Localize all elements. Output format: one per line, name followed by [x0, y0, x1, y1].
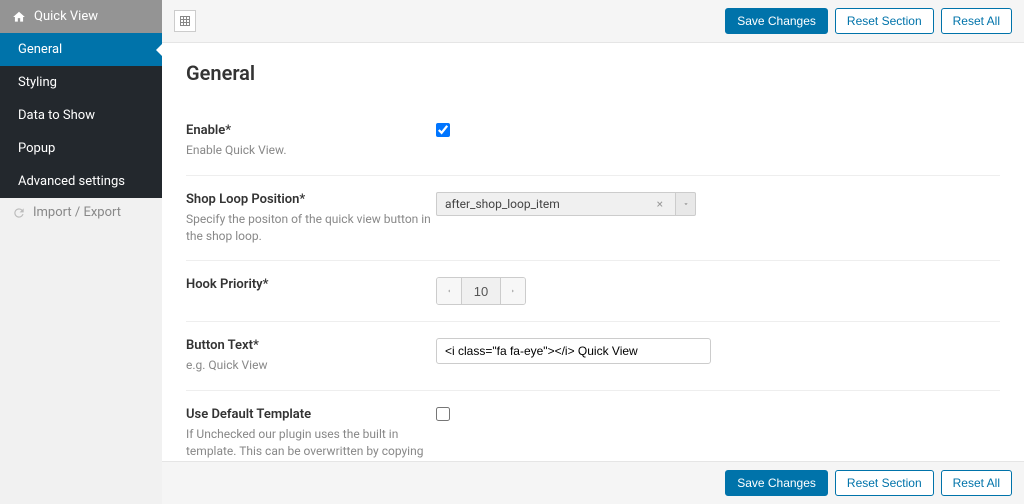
chevron-down-icon[interactable]: [676, 192, 696, 216]
reset-section-button[interactable]: Reset Section: [835, 8, 934, 34]
sidebar-item-styling[interactable]: Styling: [0, 66, 162, 99]
sidebar-footer-label: Import / Export: [33, 205, 121, 220]
reset-section-button[interactable]: Reset Section: [835, 470, 934, 496]
field-label: Shop Loop Position*: [186, 192, 436, 207]
field-shop-loop: Shop Loop Position* Specify the positon …: [186, 176, 1000, 262]
home-icon: [12, 10, 26, 24]
field-desc: Specify the positon of the quick view bu…: [186, 211, 436, 245]
sidebar-nav: General Styling Data to Show Popup Advan…: [0, 33, 162, 198]
toolbar-top: Save Changes Reset Section Reset All: [162, 0, 1024, 43]
sidebar-import-export[interactable]: Import / Export: [0, 198, 162, 227]
sidebar-item-label: Data to Show: [18, 108, 95, 123]
save-changes-button[interactable]: Save Changes: [725, 8, 828, 34]
field-enable: Enable* Enable Quick View.: [186, 107, 1000, 176]
content: General Enable* Enable Quick View. Shop …: [162, 43, 1024, 461]
field-label: Use Default Template: [186, 407, 436, 422]
field-hook-priority: Hook Priority*: [186, 261, 1000, 322]
refresh-icon: [12, 206, 26, 220]
sidebar: Quick View General Styling Data to Show …: [0, 0, 162, 504]
sidebar-item-popup[interactable]: Popup: [0, 132, 162, 165]
sidebar-header: Quick View: [0, 0, 162, 33]
reset-all-button[interactable]: Reset All: [941, 470, 1012, 496]
button-text-input[interactable]: [436, 338, 711, 364]
field-label: Button Text*: [186, 338, 436, 353]
spinner-increment[interactable]: [501, 278, 525, 304]
sidebar-item-advanced[interactable]: Advanced settings: [0, 165, 162, 198]
field-desc: e.g. Quick View: [186, 357, 436, 374]
main: Save Changes Reset Section Reset All Gen…: [162, 0, 1024, 504]
sidebar-title: Quick View: [34, 9, 98, 24]
save-changes-button[interactable]: Save Changes: [725, 470, 828, 496]
page-title: General: [186, 61, 1000, 85]
spinner-decrement[interactable]: [437, 278, 461, 304]
reset-all-button[interactable]: Reset All: [941, 8, 1012, 34]
toolbar-bottom: Save Changes Reset Section Reset All: [162, 461, 1024, 504]
shop-loop-select[interactable]: after_shop_loop_item ×: [436, 192, 696, 216]
hook-priority-spinner: [436, 277, 526, 305]
select-value: after_shop_loop_item: [445, 197, 560, 211]
sidebar-item-label: Popup: [18, 141, 55, 156]
sidebar-item-general[interactable]: General: [0, 33, 162, 66]
field-label: Hook Priority*: [186, 277, 436, 292]
sidebar-item-label: General: [18, 42, 62, 57]
field-desc: Enable Quick View.: [186, 142, 436, 159]
sidebar-item-data-to-show[interactable]: Data to Show: [0, 99, 162, 132]
field-desc: If Unchecked our plugin uses the built i…: [186, 426, 436, 461]
clear-icon[interactable]: ×: [653, 197, 667, 211]
field-label: Enable*: [186, 123, 436, 138]
expand-toggle-button[interactable]: [174, 10, 196, 32]
enable-checkbox[interactable]: [436, 123, 450, 137]
use-default-checkbox[interactable]: [436, 407, 450, 421]
sidebar-item-label: Advanced settings: [18, 174, 125, 189]
sidebar-item-label: Styling: [18, 75, 57, 90]
field-button-text: Button Text* e.g. Quick View: [186, 322, 1000, 391]
spinner-value[interactable]: [461, 278, 501, 304]
field-use-default-template: Use Default Template If Unchecked our pl…: [186, 391, 1000, 461]
